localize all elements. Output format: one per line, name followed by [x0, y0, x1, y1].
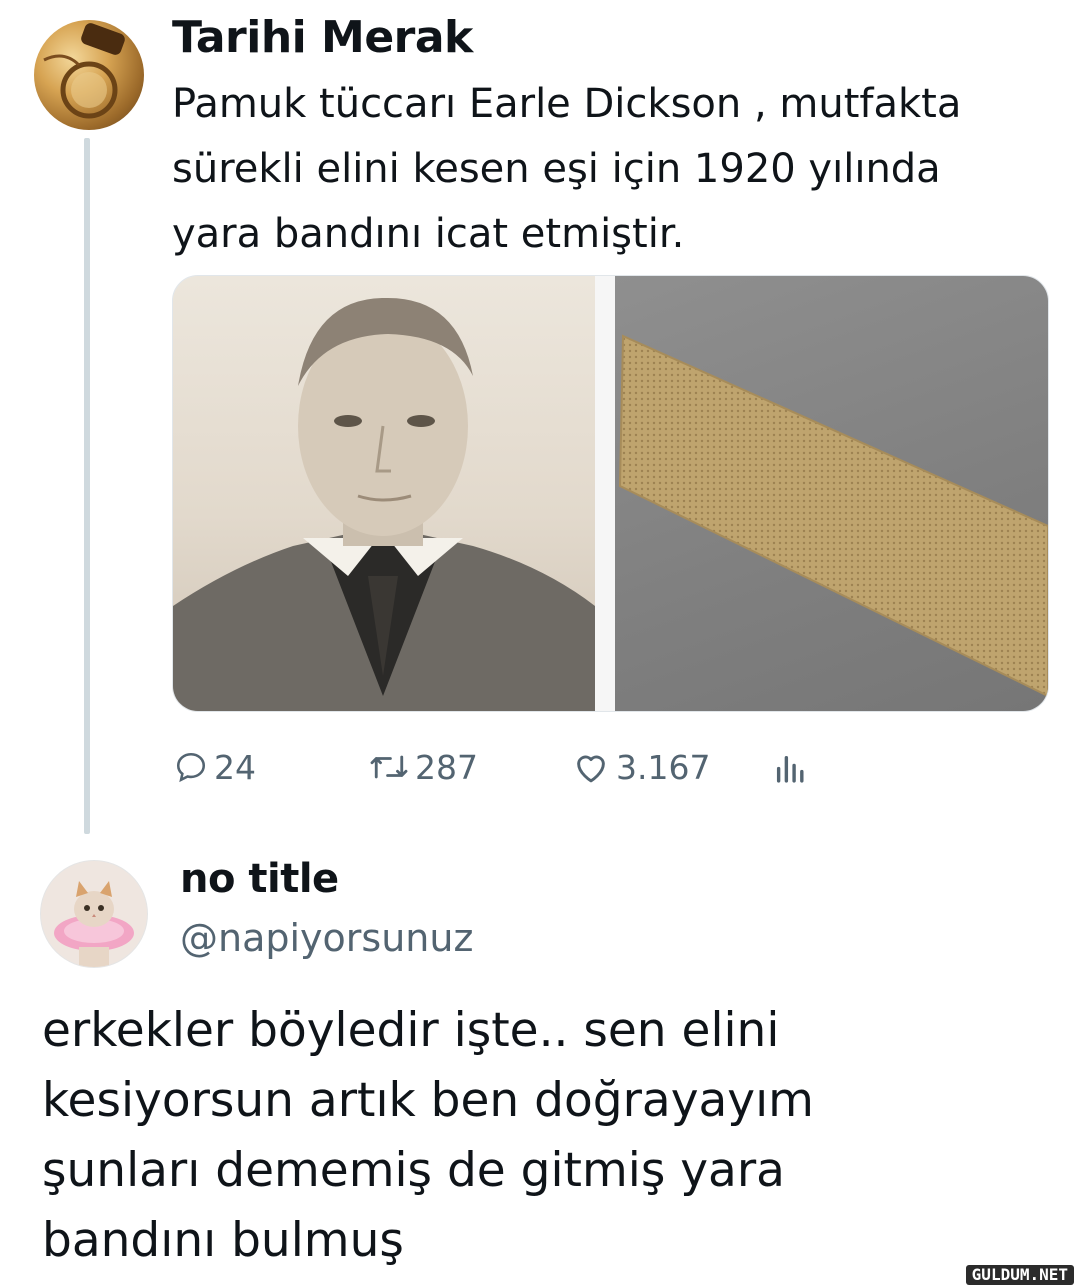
bandage-photo[interactable] — [615, 276, 1048, 711]
views-icon — [776, 756, 804, 783]
reply-action[interactable]: 24 — [174, 742, 256, 792]
reply-count: 24 — [214, 747, 256, 787]
retweet-count: 287 — [415, 747, 478, 787]
map-compass-image — [43, 23, 125, 119]
author-avatar[interactable] — [34, 20, 144, 130]
tweet-text: Pamuk tüccarı Earle Dickson , mutfakta s… — [172, 81, 962, 257]
like-count: 3.167 — [616, 747, 711, 787]
reply-avatar[interactable] — [40, 860, 148, 968]
retweet-icon — [370, 755, 408, 779]
reply-text: erkekler böyledir işte.. sen elini kesiy… — [42, 1003, 814, 1268]
like-action[interactable]: 3.167 — [572, 742, 710, 792]
reply-author-name[interactable]: no title — [180, 856, 339, 902]
thread-line — [84, 138, 90, 834]
portrait-photo[interactable] — [173, 276, 595, 711]
retweet-action[interactable]: 287 — [369, 742, 478, 792]
tweet-media[interactable] — [172, 275, 1049, 712]
tweet-actions: 24 287 3.167 — [172, 742, 872, 792]
views-action[interactable] — [772, 742, 816, 792]
like-icon — [577, 755, 605, 783]
author-name[interactable]: Tarihi Merak — [172, 12, 473, 63]
reply-author-handle[interactable]: @napiyorsunuz — [180, 916, 473, 960]
site-watermark: GULDUM.NET — [965, 1265, 1074, 1285]
cat-avatar-image — [54, 881, 134, 967]
media-divider — [595, 276, 615, 711]
reply-icon — [176, 752, 206, 783]
